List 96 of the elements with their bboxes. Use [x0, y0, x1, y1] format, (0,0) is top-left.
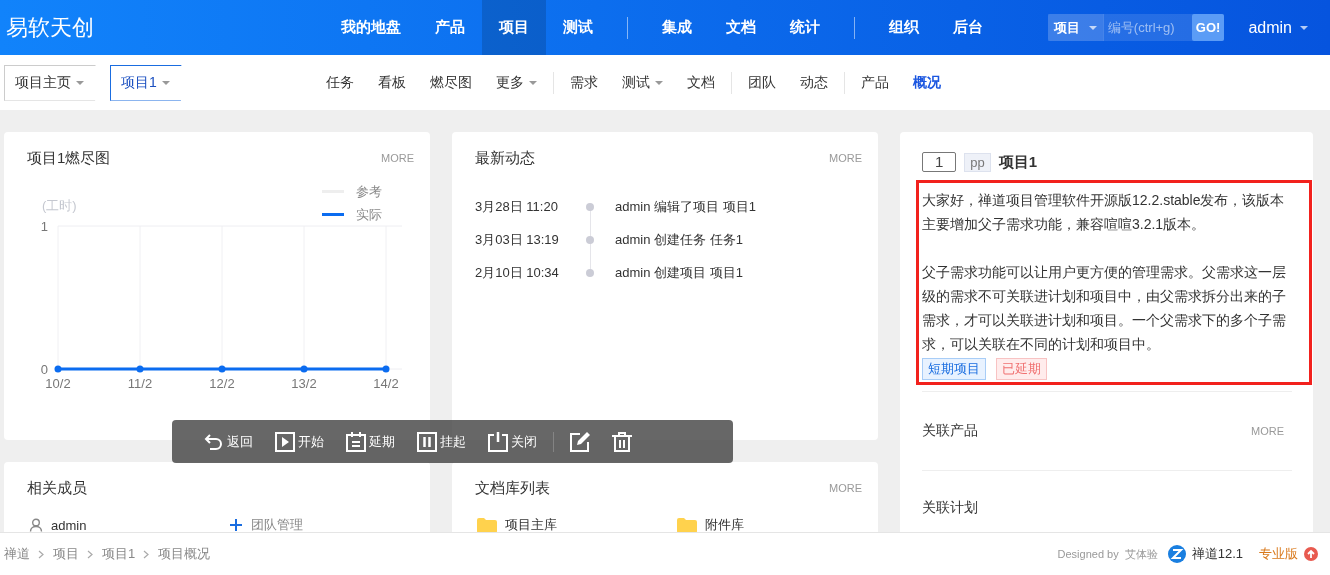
subnav-tab[interactable]: 更多 — [484, 73, 549, 92]
close-button[interactable]: 关闭 — [478, 427, 547, 456]
chevron-icon — [38, 549, 45, 559]
brand-name: 易软天创 — [5, 13, 95, 42]
status-tag: 已延期 — [996, 358, 1047, 380]
card-title: 最新动态 — [475, 148, 535, 168]
project-code-label: pp — [964, 152, 991, 172]
axis-label: (工时) — [42, 198, 77, 213]
activity-text[interactable]: admin 创建任务 任务1 — [615, 230, 743, 249]
back-button[interactable]: 返回 — [194, 428, 263, 455]
data-point — [218, 365, 226, 373]
designed-by-label: Designed by — [1057, 548, 1119, 560]
data-point — [382, 365, 390, 373]
subnav-tab[interactable]: 需求 — [558, 73, 610, 92]
nav-tab[interactable]: 我的地盘 — [324, 0, 418, 55]
subnav-tab[interactable]: 团队 — [736, 73, 788, 92]
nav-tab[interactable]: 统计 — [773, 0, 837, 55]
suspend-button[interactable]: 挂起 — [407, 427, 476, 456]
team-manage-link[interactable]: 团队管理 — [251, 516, 303, 532]
pause-icon — [417, 431, 437, 452]
project-number: 1 — [935, 153, 944, 171]
play-icon — [275, 431, 295, 452]
folder-icon — [477, 517, 497, 532]
breadcrumb-link[interactable]: 禅道 — [4, 545, 30, 563]
doclib-link[interactable]: 项目主库 — [505, 516, 557, 532]
nav-tab[interactable]: 产品 — [418, 0, 482, 55]
timeline-dot — [586, 235, 594, 244]
start-button[interactable]: 开始 — [265, 427, 334, 456]
search-scope-dropdown[interactable]: 项目 — [1047, 14, 1103, 41]
subnav-tab[interactable]: 燃尽图 — [418, 73, 484, 92]
y-tick-label: 0 — [40, 362, 48, 377]
trash-icon — [612, 431, 632, 452]
data-point — [136, 365, 144, 373]
legend-item: 实际 — [322, 207, 382, 222]
section-title: 关联产品 — [922, 422, 978, 440]
timeline-dot — [586, 268, 594, 277]
subnav-tab[interactable]: 看板 — [366, 73, 418, 92]
subnav-tab[interactable]: 产品 — [849, 73, 901, 92]
nav-tab[interactable]: 文档 — [709, 0, 773, 55]
card-title: 相关成员 — [27, 478, 87, 498]
status-tag: 短期项目 — [922, 358, 986, 380]
project-name: 项目1 — [998, 152, 1038, 172]
doclib-link[interactable]: 附件库 — [705, 516, 744, 532]
search-field[interactable]: 编号(ctrl+g) — [1102, 14, 1192, 41]
chevron-icon — [143, 549, 151, 559]
user-icon — [29, 518, 43, 532]
nav-tab[interactable]: 后台 — [936, 0, 1000, 55]
description-paragraph: 父子需求功能可以让用户更方便的管理需求。父需求这一层级的需求不可关联进计划和项目中，由父需求拆分出来的子需求，才可以关联进计划和项目。一个父需求下的多个子需求，可以关联在不同的计划和项目中。 — [922, 263, 1287, 354]
subnav-tab[interactable]: 概况 — [901, 73, 953, 92]
designer-link[interactable]: 艾体验 — [1124, 546, 1158, 562]
subnav-tab[interactable]: 文档 — [675, 73, 727, 92]
member-name: admin — [51, 517, 87, 532]
logo-icon — [1167, 545, 1186, 563]
x-tick-label: 14/2 — [373, 376, 399, 391]
x-tick-label: 13/2 — [291, 376, 317, 391]
activity-text[interactable]: admin 编辑了项目 项目1 — [615, 197, 756, 216]
edit-icon — [570, 431, 590, 452]
timeline-dot — [586, 202, 594, 211]
chevron-icon — [87, 549, 94, 559]
description-paragraph: 大家好，禅道项目管理软件开源版12.2.stable发布，该版本主要增加父子需求功能，兼容喧喧3.2.1版本。 — [922, 191, 1286, 234]
calendar-icon — [346, 431, 366, 452]
card-title: 文档库列表 — [475, 478, 550, 498]
upgrade-icon — [1304, 547, 1318, 561]
subnav-tab[interactable]: 任务 — [314, 73, 366, 92]
nav-tab[interactable]: 项目 — [482, 0, 546, 55]
section-title: 关联计划 — [922, 499, 978, 517]
plus-icon — [229, 518, 243, 532]
undo-icon — [204, 432, 224, 451]
nav-tab[interactable]: 集成 — [645, 0, 709, 55]
nav-tab[interactable]: 测试 — [546, 0, 610, 55]
x-tick-label: 12/2 — [209, 376, 235, 391]
legend-item: 参考 — [322, 184, 382, 199]
breadcrumb-link[interactable]: 项目概况 — [158, 545, 211, 563]
activity-time: 2月10日 10:34 — [475, 263, 560, 282]
activity-text[interactable]: admin 创建项目 项目1 — [615, 263, 743, 282]
breadcrumb-link[interactable]: 项目 — [53, 545, 79, 563]
activity-time: 3月28日 11:20 — [475, 197, 559, 216]
x-tick-label: 10/2 — [45, 376, 71, 391]
activity-time: 3月03日 13:19 — [475, 230, 560, 249]
nav-tab[interactable]: 组织 — [872, 0, 936, 55]
legend-label: 实际 — [356, 207, 382, 222]
card-title: 项目1燃尽图 — [27, 148, 111, 168]
user-menu[interactable]: admin — [1242, 17, 1314, 38]
version-link[interactable]: 禅道12.1 — [1191, 545, 1243, 563]
subnav-tab[interactable]: 动态 — [788, 73, 840, 92]
power-icon — [488, 431, 508, 452]
x-tick-label: 11/2 — [127, 376, 153, 391]
data-point — [300, 365, 308, 373]
breadcrumb-link[interactable]: 项目1 — [102, 545, 136, 563]
legend-label: 参考 — [356, 184, 382, 199]
y-tick-label: 1 — [40, 219, 48, 234]
edition-link[interactable]: 专业版 — [1259, 545, 1298, 563]
subnav-tab[interactable]: 测试 — [610, 73, 675, 92]
data-point — [54, 365, 62, 373]
delay-button[interactable]: 延期 — [336, 427, 405, 456]
folder-icon — [677, 517, 697, 532]
